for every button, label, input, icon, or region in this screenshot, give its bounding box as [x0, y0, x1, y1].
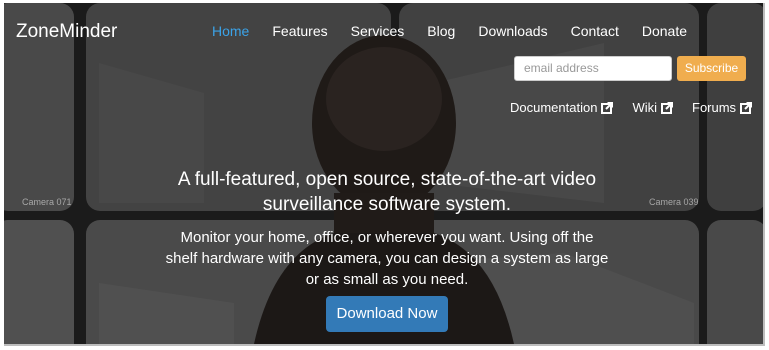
email-input[interactable]: email address [514, 56, 672, 81]
camera-label-left: Camera 071 [22, 197, 72, 207]
nav-donate[interactable]: Donate [642, 23, 687, 39]
external-link-icon [601, 102, 614, 114]
nav-downloads[interactable]: Downloads [478, 23, 547, 39]
brand-logo[interactable]: ZoneMinder [16, 21, 117, 43]
resource-links: Documentation Wiki Forums [510, 100, 763, 115]
nav-home[interactable]: Home [212, 23, 249, 39]
wiki-link[interactable]: Wiki [632, 100, 674, 115]
documentation-link[interactable]: Documentation [510, 100, 614, 115]
camera-label-right: Camera 039 [649, 197, 699, 207]
forums-label: Forums [692, 100, 737, 115]
documentation-label: Documentation [510, 100, 598, 115]
download-now-button[interactable]: Download Now [326, 296, 448, 332]
main-nav: Home Features Services Blog Downloads Co… [212, 23, 710, 39]
hero-headline: A full-featured, open source, state-of-t… [177, 169, 597, 215]
subscribe-button[interactable]: Subscribe [677, 56, 746, 81]
nav-contact[interactable]: Contact [571, 23, 619, 39]
hero-section: Camera 071 Camera 039 ZoneMinder Home Fe… [4, 3, 765, 346]
external-link-icon [661, 102, 673, 114]
wiki-label: Wiki [632, 100, 657, 115]
hero-description: Monitor your home, office, or wherever y… [165, 229, 609, 288]
nav-features[interactable]: Features [272, 23, 327, 39]
external-link-icon [740, 102, 753, 114]
forums-link[interactable]: Forums [692, 100, 753, 115]
nav-blog[interactable]: Blog [427, 23, 455, 39]
nav-services[interactable]: Services [351, 23, 405, 39]
